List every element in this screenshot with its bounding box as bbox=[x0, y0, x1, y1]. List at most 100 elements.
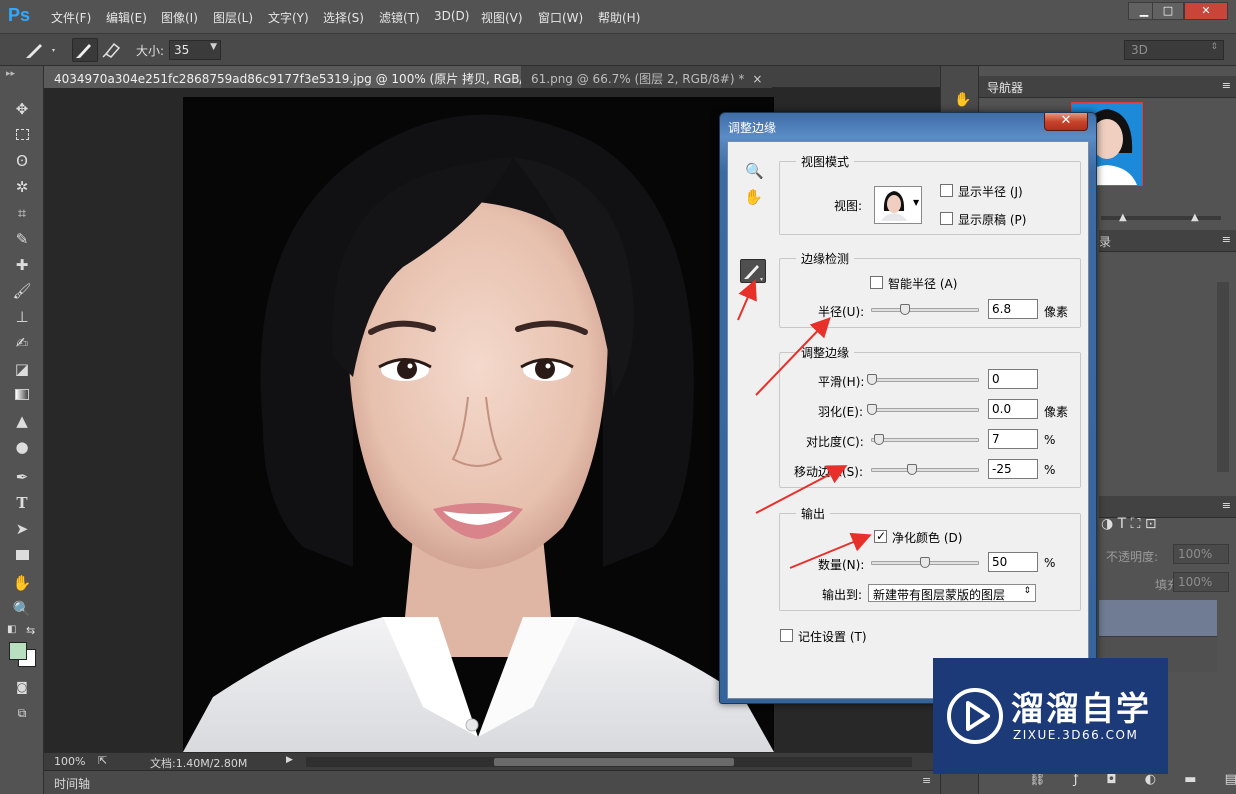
feather-slider-thumb[interactable] bbox=[867, 404, 877, 415]
share-icon[interactable]: ⇱ bbox=[98, 754, 107, 767]
horizontal-scroll-thumb[interactable] bbox=[494, 758, 734, 766]
panel-tab-label[interactable]: 录 bbox=[1099, 233, 1111, 250]
output-to-select[interactable]: 新建带有图层蒙版的图层 ⇕ bbox=[868, 584, 1036, 602]
refine-radius-tool-button[interactable] bbox=[740, 259, 766, 283]
workspace-select[interactable]: 3D ⇕ bbox=[1124, 40, 1224, 60]
dialog-close-button[interactable]: ✕ bbox=[1044, 113, 1088, 131]
decontaminate-colors-checkbox[interactable]: ✓ bbox=[874, 529, 887, 543]
tab-document-2[interactable]: 61.png @ 66.7% (图层 2, RGB/8#) * × bbox=[521, 66, 773, 88]
tab-document-1[interactable]: 4034970a304e251fc2868759ad86c9177f3e5319… bbox=[44, 66, 574, 88]
zoom-icon[interactable]: 🔍 bbox=[745, 162, 764, 180]
show-radius-checkbox[interactable] bbox=[940, 184, 953, 197]
refine-radius-tool[interactable] bbox=[72, 38, 98, 62]
amount-input[interactable]: 50 bbox=[988, 552, 1038, 572]
menu-window[interactable]: 窗口(W) bbox=[538, 9, 583, 26]
zoom-level[interactable]: 100% bbox=[54, 755, 85, 768]
lasso-tool-icon[interactable]: ʘ bbox=[10, 150, 34, 172]
screen-mode-icon[interactable]: ⧉ bbox=[10, 702, 34, 724]
menu-filter[interactable]: 滤镜(T) bbox=[379, 9, 420, 26]
layer-row-selected[interactable] bbox=[1099, 600, 1217, 636]
contrast-input[interactable]: 7 bbox=[988, 429, 1038, 449]
dodge-tool-icon[interactable]: ● bbox=[10, 436, 34, 458]
horizontal-scrollbar[interactable] bbox=[306, 757, 912, 767]
healing-brush-tool-icon[interactable]: ✚ bbox=[10, 254, 34, 276]
eraser-tool-icon[interactable]: ◪ bbox=[10, 358, 34, 380]
timeline-label[interactable]: 时间轴 bbox=[54, 775, 90, 792]
feather-input[interactable]: 0.0 bbox=[988, 399, 1038, 419]
menu-file[interactable]: 文件(F) bbox=[51, 9, 91, 26]
feather-slider[interactable] bbox=[871, 408, 979, 412]
contrast-slider-thumb[interactable] bbox=[874, 434, 884, 445]
smart-radius-checkbox[interactable] bbox=[870, 276, 883, 289]
default-colors-icon[interactable]: ◧ bbox=[7, 624, 16, 635]
smooth-input[interactable]: 0 bbox=[988, 369, 1038, 389]
menu-type[interactable]: 文字(Y) bbox=[268, 9, 309, 26]
panel-scrollbar[interactable] bbox=[1217, 282, 1229, 472]
eyedropper-tool-icon[interactable]: ✎ bbox=[10, 228, 34, 250]
navigator-zoom-thumb-icon[interactable]: ▲ bbox=[1119, 212, 1127, 223]
layer-filter-icons[interactable]: ◑ T ⛶ ⊡ bbox=[1101, 516, 1157, 532]
erase-refinements-tool[interactable] bbox=[100, 38, 126, 62]
zoom-tool-icon[interactable]: 🔍 bbox=[10, 598, 34, 620]
smooth-slider-thumb[interactable] bbox=[867, 374, 877, 385]
crop-tool-icon[interactable]: ⌗ bbox=[10, 202, 34, 224]
layers-menu-icon[interactable]: ≡ bbox=[1222, 499, 1231, 512]
menu-help[interactable]: 帮助(H) bbox=[598, 9, 640, 26]
hand-tool-icon[interactable]: ✋ bbox=[10, 572, 34, 594]
magic-wand-tool-icon[interactable]: ✲ bbox=[10, 176, 34, 198]
tool-preset-picker[interactable] bbox=[22, 38, 55, 62]
fill-input[interactable]: 100% bbox=[1173, 572, 1229, 592]
view-preview-dropdown[interactable]: ▼ bbox=[874, 186, 922, 224]
clone-stamp-tool-icon[interactable]: ⊥ bbox=[10, 306, 34, 328]
zoom-in-mountain-icon[interactable]: ▲ bbox=[1191, 212, 1199, 223]
panel-menu-icon[interactable]: ≡ bbox=[922, 774, 931, 787]
menu-edit[interactable]: 编辑(E) bbox=[106, 9, 147, 26]
radius-slider[interactable] bbox=[871, 308, 979, 312]
show-original-checkbox[interactable] bbox=[940, 212, 953, 225]
quick-mask-icon[interactable]: ◙ bbox=[10, 676, 34, 698]
menu-image[interactable]: 图像(I) bbox=[161, 9, 198, 26]
path-selection-tool-icon[interactable]: ➤ bbox=[10, 518, 34, 540]
blur-tool-icon[interactable]: ▲ bbox=[10, 410, 34, 432]
history-panel-icon[interactable]: ✋ bbox=[954, 92, 971, 108]
smooth-slider[interactable] bbox=[871, 378, 979, 382]
brush-tool-icon[interactable]: 🖌 bbox=[10, 280, 34, 302]
amount-slider-thumb[interactable] bbox=[920, 557, 930, 568]
type-tool-icon[interactable]: T bbox=[10, 492, 34, 514]
portrait-photo[interactable] bbox=[183, 97, 774, 752]
dialog-titlebar[interactable]: 调整边缘 ✕ bbox=[720, 113, 1096, 139]
history-brush-tool-icon[interactable]: ✍ bbox=[10, 332, 34, 354]
tab-document-2-label: 61.png @ 66.7% (图层 2, RGB/8#) * bbox=[531, 72, 745, 86]
layers-footer-icons[interactable]: ⛓ ƒ ◘ ◐ ▬ ▤ 🗑 bbox=[1029, 772, 1236, 787]
foreground-color-swatch[interactable] bbox=[9, 642, 27, 660]
menu-view[interactable]: 视图(V) bbox=[481, 9, 523, 26]
shift-edge-input[interactable]: -25 bbox=[988, 459, 1038, 479]
menu-select[interactable]: 选择(S) bbox=[323, 9, 364, 26]
radius-slider-thumb[interactable] bbox=[900, 304, 910, 315]
close-window-button[interactable]: ✕ bbox=[1184, 2, 1228, 20]
menu-3d[interactable]: 3D(D) bbox=[434, 9, 469, 23]
shift-edge-slider[interactable] bbox=[871, 468, 979, 472]
pen-tool-icon[interactable]: ✒ bbox=[10, 466, 34, 488]
maximize-button[interactable]: □ bbox=[1152, 2, 1184, 20]
collapse-tools-icon[interactable]: ▸▸ bbox=[6, 69, 15, 79]
shift-edge-slider-thumb[interactable] bbox=[907, 464, 917, 475]
contrast-slider[interactable] bbox=[871, 438, 979, 442]
move-tool-icon[interactable]: ✥ bbox=[10, 98, 34, 120]
status-menu-arrow-icon[interactable]: ▶ bbox=[286, 755, 293, 765]
panel-menu-icon[interactable]: ≡ bbox=[1222, 233, 1231, 246]
opacity-input[interactable]: 100% bbox=[1173, 544, 1229, 564]
tab-close-icon[interactable]: × bbox=[752, 72, 762, 86]
hand-icon[interactable]: ✋ bbox=[744, 188, 763, 206]
gradient-tool-icon[interactable] bbox=[10, 384, 34, 406]
marquee-tool-icon[interactable] bbox=[10, 124, 34, 146]
rectangle-tool-icon[interactable] bbox=[10, 544, 34, 566]
swap-colors-icon[interactable]: ⇆ bbox=[26, 624, 35, 637]
menu-layer[interactable]: 图层(L) bbox=[213, 9, 253, 26]
navigator-panel-header: 导航器 ≡ bbox=[979, 76, 1236, 98]
navigator-menu-icon[interactable]: ≡ bbox=[1222, 79, 1231, 92]
brush-size-input[interactable]: 35 ▼ bbox=[169, 40, 221, 60]
navigator-tab[interactable]: 导航器 bbox=[987, 79, 1023, 96]
radius-input[interactable]: 6.8 bbox=[988, 299, 1038, 319]
remember-settings-checkbox[interactable] bbox=[780, 629, 793, 642]
